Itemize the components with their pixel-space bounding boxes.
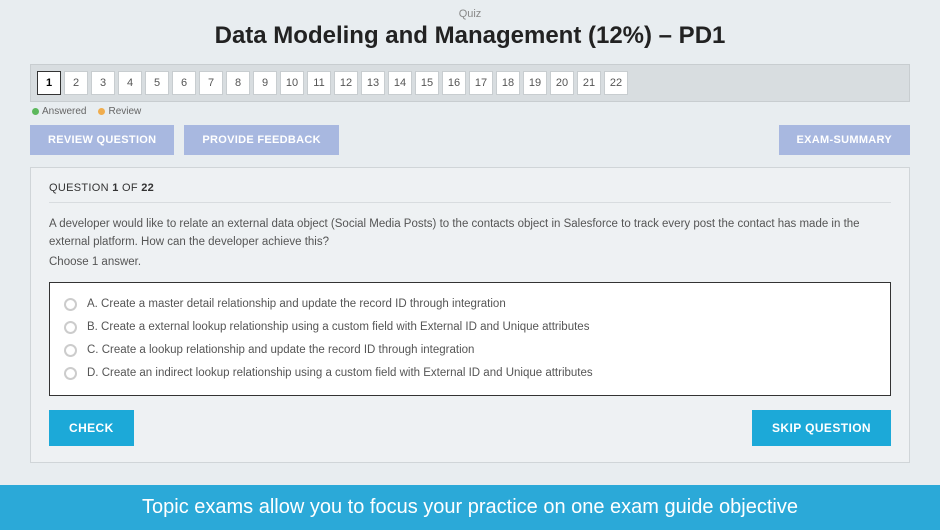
nav-question-9[interactable]: 9: [253, 71, 277, 95]
nav-question-11[interactable]: 11: [307, 71, 331, 95]
choice-d[interactable]: D. Create an indirect lookup relationshi…: [64, 362, 876, 385]
promo-banner: Topic exams allow you to focus your prac…: [0, 485, 940, 530]
radio-icon: [64, 344, 77, 357]
legend-answered: Answered: [32, 106, 86, 117]
nav-question-22[interactable]: 22: [604, 71, 628, 95]
action-row: REVIEW QUESTION PROVIDE FEEDBACK EXAM-SU…: [30, 125, 910, 155]
nav-question-19[interactable]: 19: [523, 71, 547, 95]
nav-question-15[interactable]: 15: [415, 71, 439, 95]
nav-question-17[interactable]: 17: [469, 71, 493, 95]
nav-question-10[interactable]: 10: [280, 71, 304, 95]
choice-text: B. Create a external lookup relationship…: [87, 321, 589, 333]
skip-question-button[interactable]: SKIP QUESTION: [752, 410, 891, 446]
exam-summary-button[interactable]: EXAM-SUMMARY: [779, 125, 910, 155]
nav-question-12[interactable]: 12: [334, 71, 358, 95]
nav-question-16[interactable]: 16: [442, 71, 466, 95]
choice-b[interactable]: B. Create a external lookup relationship…: [64, 316, 876, 339]
nav-question-8[interactable]: 8: [226, 71, 250, 95]
nav-question-20[interactable]: 20: [550, 71, 574, 95]
nav-question-3[interactable]: 3: [91, 71, 115, 95]
choice-text: D. Create an indirect lookup relationshi…: [87, 367, 593, 379]
choice-c[interactable]: C. Create a lookup relationship and upda…: [64, 339, 876, 362]
provide-feedback-button[interactable]: PROVIDE FEEDBACK: [184, 125, 338, 155]
nav-question-18[interactable]: 18: [496, 71, 520, 95]
dot-green-icon: [32, 108, 39, 115]
quiz-label: Quiz: [30, 8, 910, 20]
choice-a[interactable]: A. Create a master detail relationship a…: [64, 293, 876, 316]
question-nav-strip: 12345678910111213141516171819202122: [30, 64, 910, 102]
radio-icon: [64, 367, 77, 380]
answer-choices: A. Create a master detail relationship a…: [49, 282, 891, 396]
radio-icon: [64, 321, 77, 334]
nav-question-6[interactable]: 6: [172, 71, 196, 95]
review-question-button[interactable]: REVIEW QUESTION: [30, 125, 174, 155]
check-button[interactable]: CHECK: [49, 410, 134, 446]
choice-text: A. Create a master detail relationship a…: [87, 298, 506, 310]
nav-question-1[interactable]: 1: [37, 71, 61, 95]
dot-orange-icon: [98, 108, 105, 115]
nav-question-7[interactable]: 7: [199, 71, 223, 95]
bottom-row: CHECK SKIP QUESTION: [49, 410, 891, 446]
nav-question-4[interactable]: 4: [118, 71, 142, 95]
question-counter: QUESTION 1 OF 22: [49, 182, 891, 203]
nav-question-5[interactable]: 5: [145, 71, 169, 95]
nav-question-21[interactable]: 21: [577, 71, 601, 95]
nav-question-13[interactable]: 13: [361, 71, 385, 95]
radio-icon: [64, 298, 77, 311]
nav-question-2[interactable]: 2: [64, 71, 88, 95]
nav-question-14[interactable]: 14: [388, 71, 412, 95]
legend: Answered Review: [32, 106, 910, 117]
choice-text: C. Create a lookup relationship and upda…: [87, 344, 474, 356]
quiz-title: Data Modeling and Management (12%) – PD1: [30, 22, 910, 50]
question-text: A developer would like to relate an exte…: [49, 215, 891, 252]
question-instruction: Choose 1 answer.: [49, 256, 891, 268]
legend-review: Review: [98, 106, 141, 117]
question-card: QUESTION 1 OF 22 A developer would like …: [30, 167, 910, 463]
